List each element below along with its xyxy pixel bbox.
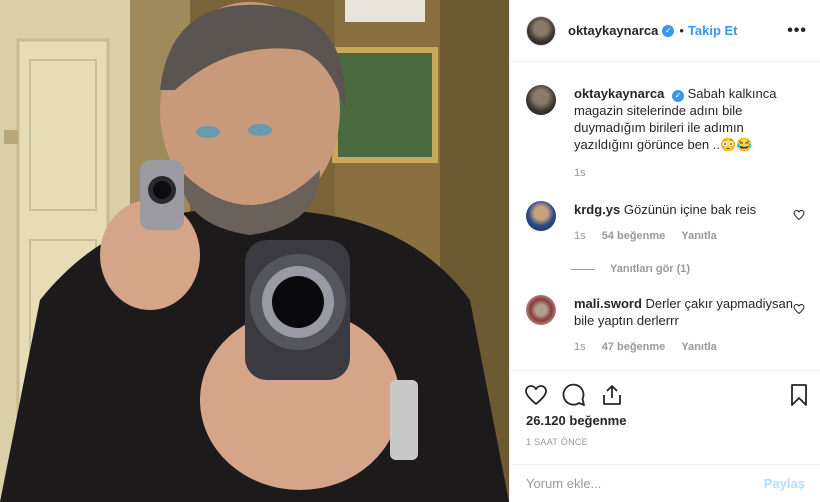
comment-body: mali.sword Derler çakır yapmadiysan bile… bbox=[574, 295, 805, 356]
replies-divider bbox=[571, 268, 595, 270]
bookmark-icon[interactable] bbox=[787, 383, 811, 407]
heart-icon[interactable] bbox=[524, 383, 548, 407]
reply-button[interactable]: Yanıtla bbox=[681, 230, 716, 242]
comment-time[interactable]: 1s bbox=[574, 230, 586, 242]
caption-time[interactable]: 1s bbox=[574, 167, 586, 179]
post-side-panel: oktaykaynarca ✓ • Takip Et ••• oktaykayn… bbox=[509, 0, 820, 502]
comment-meta: 1s 54 beğenme Yanıtla bbox=[574, 228, 756, 245]
likes-count[interactable]: 26.120 beğenme bbox=[526, 413, 626, 428]
caption-body: oktaykaynarca ✓ Sabah kalkınca magazin s… bbox=[574, 85, 805, 182]
comment-avatar[interactable] bbox=[526, 201, 556, 231]
caption-username[interactable]: oktaykaynarca bbox=[574, 86, 664, 101]
comment-likes[interactable]: 47 beğenme bbox=[602, 341, 666, 353]
more-options-icon[interactable]: ••• bbox=[787, 22, 807, 40]
post-photo[interactable] bbox=[0, 0, 509, 502]
comment-avatar[interactable] bbox=[526, 295, 556, 325]
post-image bbox=[0, 0, 509, 502]
post-comment-button[interactable]: Paylaş bbox=[764, 476, 805, 491]
comment-username[interactable]: mali.sword bbox=[574, 296, 642, 311]
add-comment-bar: Paylaş bbox=[510, 464, 820, 502]
share-icon[interactable] bbox=[600, 383, 624, 407]
comment-meta: 1s 47 beğenme Yanıtla bbox=[574, 339, 805, 356]
post-actions: 26.120 beğenme 1 SAAT ÖNCE bbox=[510, 370, 820, 464]
comment-time[interactable]: 1s bbox=[574, 341, 586, 353]
caption: oktaykaynarca ✓ Sabah kalkınca magazin s… bbox=[526, 85, 805, 182]
comment-like-heart-icon[interactable] bbox=[793, 209, 805, 221]
author-avatar[interactable] bbox=[526, 15, 556, 46]
comments-list[interactable]: oktaykaynarca ✓ Sabah kalkınca magazin s… bbox=[510, 63, 820, 370]
caption-meta: 1s bbox=[574, 165, 805, 182]
comment-icon[interactable] bbox=[562, 383, 586, 407]
caption-avatar[interactable] bbox=[526, 85, 556, 115]
comment-like-heart-icon[interactable] bbox=[793, 303, 805, 315]
post-timestamp[interactable]: 1 SAAT ÖNCE bbox=[526, 437, 588, 447]
reply-button[interactable]: Yanıtla bbox=[681, 341, 716, 353]
comment-likes[interactable]: 54 beğenme bbox=[602, 230, 666, 242]
view-replies-button[interactable]: Yanıtları gör (1) bbox=[571, 263, 690, 275]
comment-text: Gözünün içine bak reis bbox=[623, 202, 757, 217]
comment-body: krdg.ys Gözünün içine bak reis 1s 54 beğ… bbox=[574, 201, 756, 245]
verified-badge-icon: ✓ bbox=[662, 24, 675, 37]
comment-item: mali.sword Derler çakır yapmadiysan bile… bbox=[526, 295, 805, 356]
comment-username[interactable]: krdg.ys bbox=[574, 202, 620, 217]
comment-input[interactable] bbox=[526, 476, 764, 491]
follow-button[interactable]: Takip Et bbox=[688, 23, 738, 38]
post-header: oktaykaynarca ✓ • Takip Et ••• bbox=[510, 0, 820, 62]
header-separator: • bbox=[679, 23, 684, 38]
verified-badge-icon: ✓ bbox=[671, 90, 684, 102]
comment-item: krdg.ys Gözünün içine bak reis 1s 54 beğ… bbox=[526, 201, 805, 245]
author-username[interactable]: oktaykaynarca bbox=[568, 23, 658, 38]
view-replies-label[interactable]: Yanıtları gör (1) bbox=[610, 263, 690, 275]
